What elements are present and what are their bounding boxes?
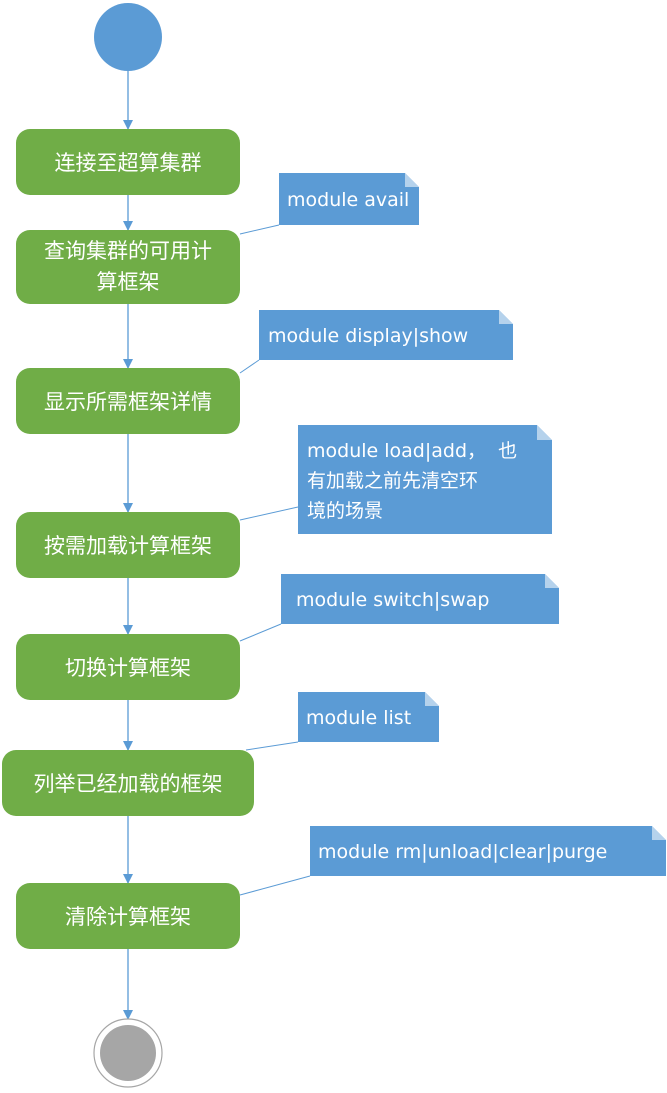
step-label: 连接至超算集群 — [55, 151, 202, 175]
activity-step: 清除计算框架 — [16, 883, 240, 949]
activity-step: 切换计算框架 — [16, 634, 240, 700]
note-text: module switch|swap — [296, 589, 489, 611]
note: module switch|swap — [281, 574, 559, 624]
note: module load|add， 也 有加载之前先清空环 境的场景 — [298, 425, 552, 534]
activity-step: 连接至超算集群 — [16, 129, 240, 195]
step-label-line-1: 查询集群的可用计 — [44, 239, 212, 263]
note-text-line-1: module load|add， 也 — [307, 440, 517, 462]
note-fold — [545, 574, 559, 588]
end-node-inner — [100, 1025, 156, 1081]
activity-step: 列举已经加载的框架 — [2, 750, 254, 816]
note-fold — [425, 692, 439, 706]
activity-step: 查询集群的可用计 算框架 — [16, 230, 240, 304]
end-node — [93, 1018, 163, 1088]
note-text: module list — [306, 707, 411, 729]
step-label: 显示所需框架详情 — [44, 390, 212, 414]
note-connector-line — [239, 623, 282, 642]
note-connector-line — [239, 359, 260, 374]
note-fold — [405, 173, 419, 187]
note-connector-line — [239, 224, 280, 235]
note-text-line-3: 境的场景 — [307, 500, 383, 522]
note-connector-line — [239, 875, 311, 896]
start-node — [94, 3, 162, 71]
step-label: 切换计算框架 — [65, 656, 191, 680]
note-connector-line — [245, 741, 299, 751]
note: module avail — [279, 173, 419, 225]
note-fold — [537, 425, 552, 440]
note-fold — [499, 310, 513, 324]
note: module list — [298, 692, 439, 742]
activity-diagram: 连接至超算集群 查询集群的可用计 算框架 显示所需框架详情 按需加载计算框架 切… — [2, 3, 666, 1088]
note-text: module rm|unload|clear|purge — [318, 841, 607, 863]
step-label-line-2: 算框架 — [97, 270, 160, 294]
note-connector-line — [239, 506, 299, 521]
note: module display|show — [259, 310, 513, 360]
activity-step: 显示所需框架详情 — [16, 368, 240, 434]
note-text: module avail — [287, 189, 409, 211]
step-label: 清除计算框架 — [65, 905, 191, 929]
note-text: module display|show — [268, 325, 468, 347]
step-label: 列举已经加载的框架 — [34, 772, 223, 796]
activity-step: 按需加载计算框架 — [16, 512, 240, 578]
note: module rm|unload|clear|purge — [310, 826, 666, 876]
note-fold — [652, 826, 666, 840]
note-text-line-2: 有加载之前先清空环 — [307, 470, 478, 492]
step-label: 按需加载计算框架 — [44, 534, 212, 558]
